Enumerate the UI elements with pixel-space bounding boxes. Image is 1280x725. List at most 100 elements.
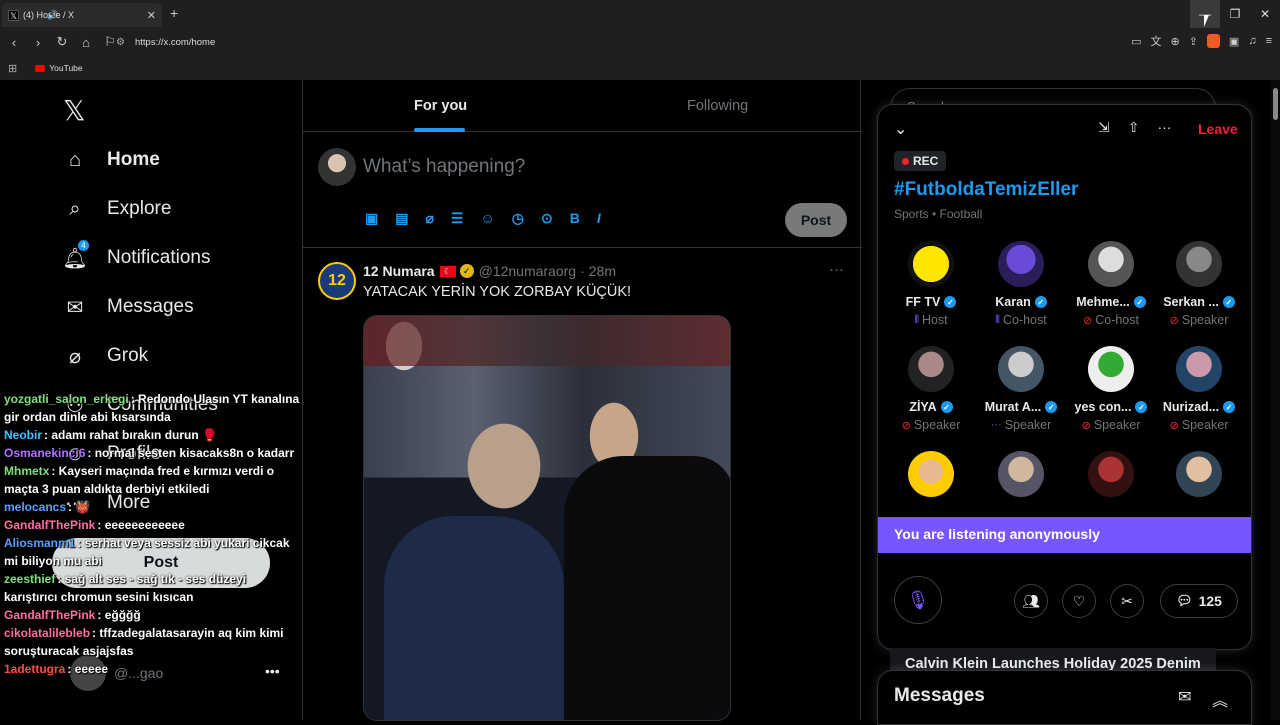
emoji-icon[interactable]: ☺	[480, 210, 494, 227]
speaker-name-row: Murat A... ✓	[976, 400, 1066, 414]
composer-post-button[interactable]: Post	[785, 203, 847, 237]
cast-icon[interactable]: ▭	[1131, 35, 1141, 48]
close-tab-icon[interactable]: ✕	[147, 9, 156, 22]
expand-up-icon[interactable]: ︽	[1212, 687, 1228, 711]
chevron-down-icon[interactable]: ⌄	[894, 119, 907, 139]
composer-input[interactable]: What’s happening?	[363, 156, 525, 178]
close-window-icon[interactable]: ✕	[1250, 0, 1280, 28]
speaker-role: Co-host	[1095, 313, 1139, 327]
site-settings-icon[interactable]: ⚙	[116, 37, 125, 48]
speaker-card[interactable]: Mehme... ✓ ⊘ Co-host	[1066, 241, 1156, 327]
avatar	[1176, 241, 1222, 287]
verified-icon: ✓	[1133, 296, 1146, 308]
speaker-role: Speaker	[1181, 418, 1229, 432]
x-logo-icon[interactable]: 𝕏	[63, 94, 86, 127]
tweet-avatar[interactable]: 12	[318, 262, 356, 300]
new-message-icon[interactable]: ✉	[1178, 687, 1191, 707]
restore-icon[interactable]: ❐	[1220, 0, 1250, 28]
italic-icon[interactable]: I	[597, 210, 601, 227]
gif-icon[interactable]: ▤	[395, 210, 408, 227]
messages-drawer-title: Messages	[894, 685, 985, 706]
speaker-icon[interactable]: 🔊	[8, 10, 98, 21]
share-icon[interactable]: ⇪	[1189, 35, 1198, 48]
tweet-more-icon[interactable]: ···	[829, 261, 844, 278]
avatar	[318, 148, 356, 186]
nav-explore-label: Explore	[107, 198, 172, 219]
messages-drawer[interactable]: Messages ✉ ︽	[877, 670, 1252, 725]
speaker-role-row: ⊘ Speaker	[886, 418, 976, 432]
feed-tabs: For you Following	[303, 80, 862, 132]
turkey-flag-icon: ☾	[439, 265, 456, 277]
brave-shield-icon[interactable]	[1206, 34, 1220, 48]
speaker-card[interactable]: ZİYA ✓ ⊘ Speaker	[886, 346, 976, 432]
tweet[interactable]: 12 12 Numara ☾ ✓ @12numaraorg · 28m ··· …	[303, 249, 862, 721]
tweet-time[interactable]: 28m	[589, 263, 616, 279]
nav-messages[interactable]: ✉ Messages	[63, 295, 194, 319]
tweet-header: 12 Numara ☾ ✓ @12numaraorg · 28m	[363, 263, 616, 279]
speaker-card[interactable]: Karan ✓ ⫴ Co-host	[976, 241, 1066, 327]
poll-icon[interactable]: ☰	[451, 210, 464, 227]
speaker-card[interactable]: yes con... ✓ ⊘ Speaker	[1066, 346, 1156, 432]
tweet-image[interactable]	[363, 315, 731, 721]
image-icon[interactable]: ▣	[365, 210, 378, 227]
tab-following[interactable]: Following	[687, 98, 748, 114]
address-bar[interactable]: ⚙ https://x.com/home	[110, 32, 1250, 52]
schedule-icon[interactable]: ◷	[512, 210, 524, 227]
tab-for-you[interactable]: For you	[414, 98, 467, 114]
speaker-card[interactable]	[1066, 451, 1156, 497]
speaker-card[interactable]: Murat A... ✓ ··· Speaker	[976, 346, 1066, 432]
chat-message: cikolatalilebleb: tffzadegalatasarayin a…	[0, 624, 300, 660]
forward-icon[interactable]: ›	[28, 35, 48, 50]
media-icon[interactable]: ♫	[1248, 35, 1256, 47]
microphone-icon[interactable]: 🎙︎	[894, 576, 942, 624]
bookmark-youtube[interactable]: YouTube	[35, 63, 83, 73]
bold-icon[interactable]: B	[570, 210, 580, 227]
scrollbar[interactable]	[1270, 80, 1280, 720]
share-icon[interactable]: ⇧	[1128, 119, 1140, 136]
nav-notifications[interactable]: 🔔︎ 4 Notifications	[62, 239, 211, 270]
grok-icon[interactable]: ⌀	[425, 210, 433, 227]
speaker-card[interactable]	[886, 451, 976, 497]
speaker-role-row: ··· Speaker	[976, 418, 1066, 432]
speaker-card[interactable]	[1154, 451, 1244, 497]
chat-message: zeesthief: sağ alt ses - sağ tık - ses d…	[0, 570, 300, 606]
people-icon[interactable]: 👥︎	[1014, 584, 1048, 618]
chat-text: : 👹	[68, 500, 91, 514]
chat-text: : normal sesten kisacaks8n o kadarr	[87, 446, 295, 460]
menu-icon[interactable]: ≡	[1266, 35, 1272, 47]
new-tab-icon[interactable]: +	[170, 5, 178, 21]
comments-button[interactable]: 💬︎ 125	[1160, 584, 1238, 618]
nav-grok[interactable]: ⌀ Grok	[63, 344, 148, 368]
space-title[interactable]: #FutboldaTemizEller	[894, 179, 1078, 201]
tweet-author-name[interactable]: 12 Numara	[363, 263, 435, 279]
speaker-card[interactable]: Serkan ... ✓ ⊘ Speaker	[1154, 241, 1244, 327]
back-icon[interactable]: ‹	[4, 35, 24, 50]
speaker-card[interactable]: FF TV ✓ ⫴ Host	[886, 241, 976, 327]
nav-home[interactable]: ⌂ Home	[63, 148, 160, 172]
tweet-handle[interactable]: @12numaraorg	[479, 263, 577, 279]
chat-message: Osmanekinci6: normal sesten kisacaks8n o…	[0, 444, 300, 462]
location-icon[interactable]: ⊙	[541, 210, 553, 227]
react-heart-icon[interactable]: ♡	[1062, 584, 1096, 618]
space-header: ⌄ ⇲ ⇧ ··· Leave	[878, 105, 1251, 153]
speaker-card[interactable]	[976, 451, 1066, 497]
avatar	[1176, 451, 1222, 497]
speaker-name-row: Mehme... ✓	[1066, 295, 1156, 309]
more-icon[interactable]: ···	[1157, 119, 1171, 136]
speaker-card[interactable]: Nurizad... ✓ ⊘ Speaker	[1154, 346, 1244, 432]
apps-grid-icon[interactable]: ⊞	[8, 62, 17, 75]
zoom-icon[interactable]: ⊕	[1170, 35, 1179, 48]
home-page-icon[interactable]: ⌂	[76, 35, 96, 50]
nav-explore[interactable]: ⌕ Explore	[63, 197, 171, 221]
space-controls: 🎙︎ 👥︎ ♡ ✂ 💬︎ 125	[878, 575, 1251, 625]
clip-scissors-icon[interactable]: ✂	[1110, 584, 1144, 618]
reload-icon[interactable]: ↻	[52, 34, 72, 50]
mic-muted-icon: ⊘	[1081, 419, 1091, 432]
scrollbar-thumb[interactable]	[1273, 88, 1278, 120]
sidebar-toggle-icon[interactable]: ▣	[1229, 35, 1239, 48]
translate-icon[interactable]: 文	[1150, 33, 1161, 49]
speaker-name: Serkan ...	[1163, 295, 1219, 309]
minimize-dock-icon[interactable]: ⇲	[1098, 119, 1110, 136]
browser-tab[interactable]: 𝕏 🔊 (4) Home / X ✕	[2, 3, 162, 27]
leave-button[interactable]: Leave	[1198, 121, 1238, 137]
